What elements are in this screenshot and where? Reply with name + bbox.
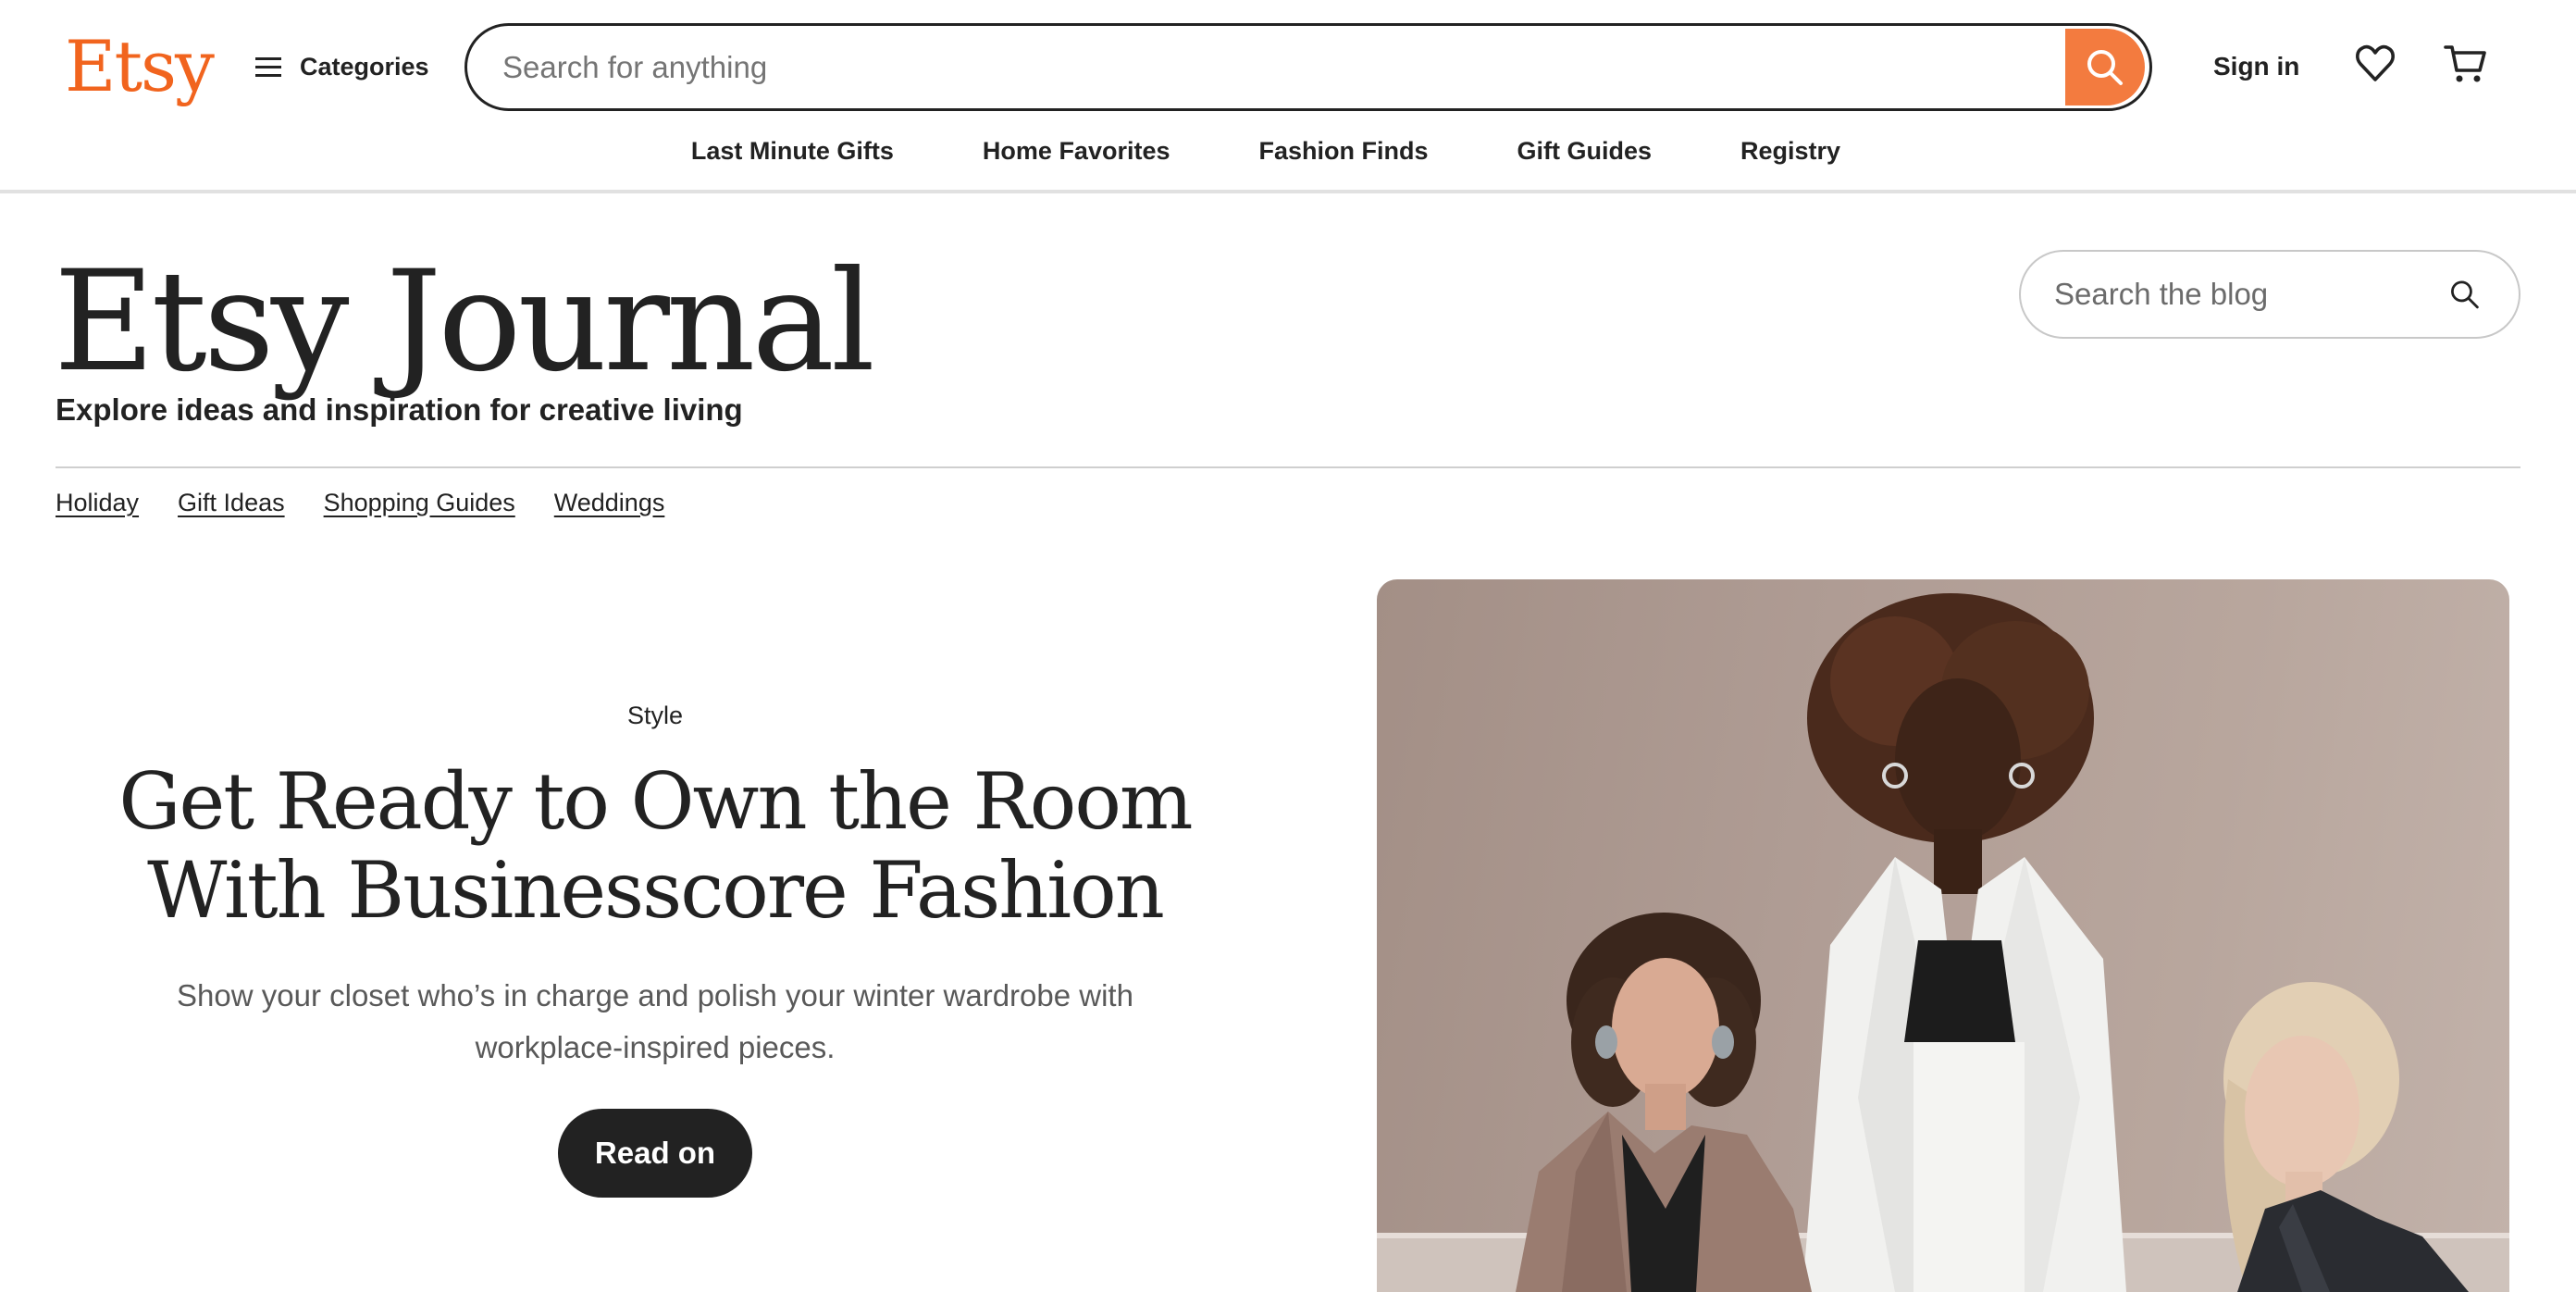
journal-category-links: Holiday Gift Ideas Shopping Guides Weddi… (56, 489, 664, 517)
journal-tagline: Explore ideas and inspiration for creati… (56, 392, 743, 427)
three-women-in-business-attire-photo (1377, 593, 2509, 1292)
category-link-weddings[interactable]: Weddings (554, 489, 665, 517)
article-category[interactable]: Style (111, 694, 1199, 737)
article-title-line-2: With Businesscore Fashion (147, 845, 1165, 936)
search-input[interactable] (467, 26, 2065, 108)
featured-article: Style Get Ready to Own the Room With Bus… (111, 694, 1199, 1198)
nav-last-minute-gifts[interactable]: Last Minute Gifts (691, 130, 938, 191)
categories-button[interactable]: Categories (255, 46, 429, 87)
hamburger-icon (255, 56, 283, 78)
search-bar (464, 23, 2152, 111)
cart-button[interactable] (2443, 43, 2489, 85)
article-description: Show your closet who’s in charge and pol… (177, 978, 1133, 1064)
category-link-shopping-guides[interactable]: Shopping Guides (324, 489, 515, 517)
article-title[interactable]: Get Ready to Own the Room With Businessc… (111, 757, 1199, 935)
categories-label: Categories (300, 52, 429, 81)
search-icon[interactable] (2447, 272, 2482, 317)
read-on-button[interactable]: Read on (557, 1109, 753, 1198)
nav-registry[interactable]: Registry (1696, 130, 1885, 191)
heart-icon (2356, 44, 2395, 81)
category-link-gift-ideas[interactable]: Gift Ideas (178, 489, 285, 517)
category-link-holiday[interactable]: Holiday (56, 489, 139, 517)
search-icon (2087, 49, 2123, 85)
nav-home-favorites[interactable]: Home Favorites (938, 130, 1215, 191)
sign-in-link[interactable]: Sign in (2213, 46, 2299, 87)
nav-fashion-finds[interactable]: Fashion Finds (1215, 130, 1473, 191)
blog-search-bar (2019, 250, 2520, 339)
journal-title: Etsy Journal (54, 242, 875, 403)
etsy-logo[interactable]: Etsy (65, 20, 215, 113)
favorites-button[interactable] (2354, 43, 2396, 85)
blog-search-input[interactable] (2021, 277, 2447, 312)
nav-gift-guides[interactable]: Gift Guides (1473, 130, 1697, 191)
header-divider (0, 190, 2576, 193)
featured-image[interactable] (1377, 579, 2509, 1292)
cart-icon (2444, 45, 2486, 82)
top-nav: Last Minute Gifts Home Favorites Fashion… (0, 130, 2576, 191)
article-title-line-1: Get Ready to Own the Room (118, 756, 1193, 847)
site-header: Etsy Categories Sign in (0, 0, 2576, 130)
search-button[interactable] (2065, 29, 2145, 106)
section-divider (56, 466, 2520, 468)
